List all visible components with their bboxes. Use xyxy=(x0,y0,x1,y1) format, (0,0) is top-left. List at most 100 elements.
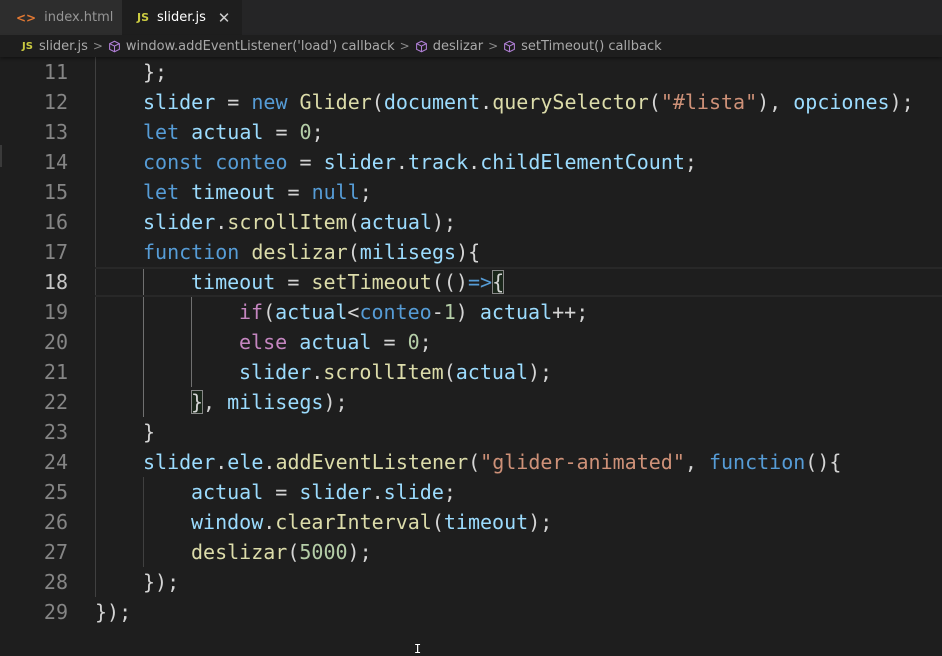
code-line[interactable]: 29}); xyxy=(0,597,942,627)
indent-guide xyxy=(95,417,96,447)
code-line[interactable]: 27 deslizar(5000); xyxy=(0,537,942,567)
indent-guide xyxy=(95,537,96,567)
indent-guide xyxy=(143,387,144,417)
breadcrumb-item-file[interactable]: JS slider.js xyxy=(22,39,88,54)
code-token: ( xyxy=(263,300,276,324)
breadcrumb-label: setTimeout() callback xyxy=(521,38,662,54)
indent-guide xyxy=(95,147,96,177)
breadcrumb-label: slider.js xyxy=(38,38,88,54)
code-text: window.clearInterval(timeout); xyxy=(191,507,552,537)
line-number: 11 xyxy=(43,60,68,84)
code-token: ( xyxy=(347,210,360,234)
code-line[interactable]: 20 else actual = 0; xyxy=(0,327,942,357)
code-token: ){ xyxy=(456,240,481,264)
indent-guide xyxy=(95,177,96,207)
code-token: actual xyxy=(299,330,372,354)
code-token: ( xyxy=(468,450,481,474)
code-token: . xyxy=(468,150,481,174)
indent-guide xyxy=(95,567,96,597)
tab-slider-js[interactable]: JS slider.js ✕ xyxy=(122,0,242,35)
code-text: slider.scrollItem(actual); xyxy=(143,207,456,237)
code-token: slider xyxy=(299,480,372,504)
breadcrumb: JS slider.js > window.addEventListener('… xyxy=(0,35,942,57)
code-token: actual xyxy=(479,300,553,324)
code-token: milisegs xyxy=(227,390,324,414)
bracket-match: } xyxy=(191,390,204,414)
code-token: 1 xyxy=(443,300,456,324)
code-line[interactable]: 16 slider.scrollItem(actual); xyxy=(0,207,942,237)
code-token: ++; xyxy=(552,300,589,324)
code-text: if(actual<conteo-1) actual++; xyxy=(239,297,588,327)
code-token: 0 xyxy=(299,120,312,144)
code-token: opciones xyxy=(793,90,890,114)
code-token: ; xyxy=(684,150,697,174)
line-number: 21 xyxy=(43,360,68,384)
code-token: . xyxy=(480,90,493,114)
tab-index-html[interactable]: <> index.html xyxy=(0,0,122,35)
line-number: 17 xyxy=(43,240,68,264)
breadcrumb-item-settimeout-callback[interactable]: setTimeout() callback xyxy=(503,38,662,54)
code-token: }); xyxy=(95,600,132,624)
breadcrumb-item-deslizar[interactable]: deslizar xyxy=(415,39,483,54)
code-line[interactable]: 28}); xyxy=(0,567,942,597)
breadcrumb-item-load-callback[interactable]: window.addEventListener('load') callback xyxy=(108,39,395,54)
bracket-match: { xyxy=(492,270,505,294)
code-line[interactable]: 26 window.clearInterval(timeout); xyxy=(0,507,942,537)
code-token: scrollItem xyxy=(227,210,348,234)
code-token: . xyxy=(215,450,228,474)
code-token: = xyxy=(287,150,324,174)
breadcrumb-separator-icon: > xyxy=(399,39,410,53)
code-token: ; xyxy=(311,120,324,144)
code-line[interactable]: 22}, milisegs); xyxy=(0,387,942,417)
js-file-icon: JS xyxy=(137,11,150,24)
code-token: ( xyxy=(287,540,300,564)
editor-tab-bar: <> index.html JS slider.js ✕ xyxy=(0,0,942,35)
code-token: ); xyxy=(323,390,348,414)
code-text: }); xyxy=(143,567,179,597)
code-line[interactable]: 21 slider.scrollItem(actual); xyxy=(0,357,942,387)
code-token: = xyxy=(275,270,312,294)
mouse-ibeam-cursor-icon: I xyxy=(414,642,422,656)
breadcrumb-label: window.addEventListener('load') callback xyxy=(125,38,395,54)
code-token: ( xyxy=(443,360,456,384)
close-tab-icon[interactable]: ✕ xyxy=(216,9,232,27)
tab-label: slider.js xyxy=(157,10,206,25)
code-line[interactable]: 24 slider.ele.addEventListener("glider-an… xyxy=(0,447,942,477)
code-token: , xyxy=(203,390,228,414)
code-token: ); xyxy=(889,90,914,114)
line-number: 20 xyxy=(43,330,68,354)
code-token: actual xyxy=(359,210,433,234)
code-token: , xyxy=(684,450,709,474)
indent-guide xyxy=(143,327,144,357)
code-line[interactable]: 25 actual = slider.slide; xyxy=(0,477,942,507)
indent-guide xyxy=(95,327,96,357)
code-token: conteo xyxy=(215,150,288,174)
code-editor[interactable]: 11}; 12 slider = new Glider(document.query… xyxy=(0,57,942,653)
indent-guide xyxy=(143,507,144,537)
code-token: timeout xyxy=(443,510,529,534)
code-line[interactable]: 14 const conteo = slider.track.childEleme… xyxy=(0,147,942,177)
breadcrumb-separator-icon: > xyxy=(488,39,499,53)
code-line[interactable]: 17 function deslizar(milisegs){ xyxy=(0,237,942,267)
code-token: function xyxy=(143,240,240,264)
line-number: 28 xyxy=(43,570,68,594)
code-token: < xyxy=(347,300,360,324)
line-number: 22 xyxy=(43,390,68,414)
code-line[interactable]: 15 let timeout = null; xyxy=(0,177,942,207)
code-token: = xyxy=(215,90,252,114)
code-line[interactable]: 18 timeout = setTimeout(()=>{ xyxy=(0,267,942,297)
code-line[interactable]: 13 let actual = 0; xyxy=(0,117,942,147)
code-token: Glider xyxy=(299,90,372,114)
code-line[interactable]: 12 slider = new Glider(document.querySele… xyxy=(0,87,942,117)
code-token: ele xyxy=(227,450,264,474)
symbol-method-icon xyxy=(504,40,516,52)
code-line[interactable]: 11}; xyxy=(0,57,942,87)
code-token: querySelector xyxy=(492,90,649,114)
code-line[interactable]: 23} xyxy=(0,417,942,447)
code-text: let timeout = null; xyxy=(143,177,372,207)
code-line[interactable]: 19 if(actual<conteo-1) actual++; xyxy=(0,297,942,327)
